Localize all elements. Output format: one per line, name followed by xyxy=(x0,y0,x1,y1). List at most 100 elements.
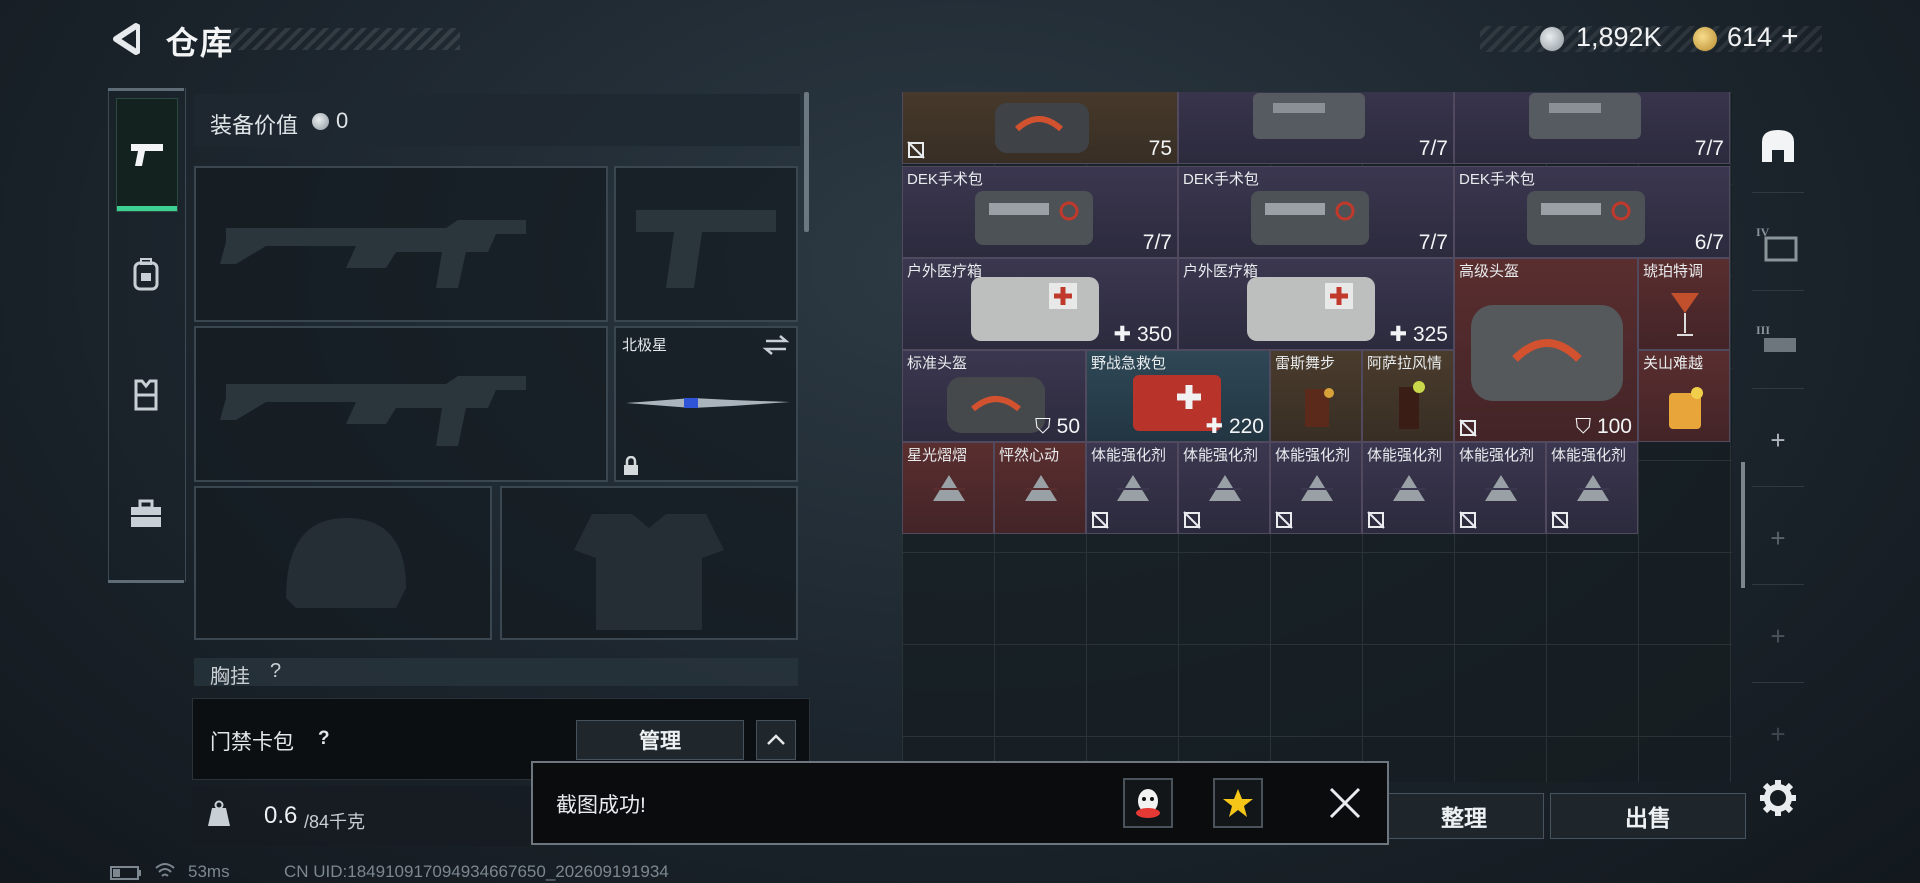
stash-iii-icon: III xyxy=(1756,323,1796,352)
surgery-kit-icon xyxy=(975,191,1093,245)
inventory-item[interactable]: 标准头盔 ⛉ 50 xyxy=(902,350,1086,442)
item-value-number: 100 xyxy=(1596,415,1632,438)
inventory-item[interactable]: 7/7 xyxy=(1178,92,1454,164)
inventory-item[interactable]: 7/7 xyxy=(1454,92,1730,164)
settings-button[interactable] xyxy=(1758,778,1798,818)
inventory-item[interactable]: 琥珀特调 xyxy=(1638,258,1730,350)
keycard-label: 门禁卡包 xyxy=(210,731,294,754)
share-qq-button[interactable] xyxy=(1123,778,1173,828)
inventory-item[interactable]: 体能强化剂 xyxy=(1086,442,1178,534)
manage-button[interactable]: 管理 xyxy=(576,720,744,760)
unknown-item-icon xyxy=(1393,475,1425,501)
equipment-value: 0 xyxy=(336,108,349,133)
toast-message: 截图成功! xyxy=(556,794,646,817)
inventory-item[interactable]: 户外医疗箱 ✚ 325 xyxy=(1178,258,1454,350)
sort-button[interactable]: 整理 xyxy=(1384,793,1544,839)
tab-case[interactable] xyxy=(116,458,176,570)
tabs-top-divider xyxy=(108,88,184,91)
inventory-grid[interactable]: 75 7/7 7/7 DEK手术包 7/7 DEK手术包 7/7 DEK手术包 … xyxy=(902,92,1732,782)
no-insure-icon xyxy=(1091,511,1109,529)
chevron-up-icon xyxy=(767,734,785,745)
stash-tab-iii[interactable]: III xyxy=(1752,296,1804,389)
inventory-item[interactable]: 星光熠熠 xyxy=(902,442,994,534)
item-value-number: 220 xyxy=(1228,415,1264,438)
stash-tab-iv[interactable]: IV xyxy=(1752,198,1804,291)
inventory-item[interactable]: 体能强化剂 xyxy=(1454,442,1546,534)
inventory-item[interactable]: 体能强化剂 xyxy=(1362,442,1454,534)
item-name: 高级头盔 xyxy=(1459,263,1520,280)
user-uid: CN UID:184910917094934667650_20260919193… xyxy=(284,862,669,881)
stash-tab-warehouse[interactable] xyxy=(1752,100,1804,193)
stash-add-button[interactable]: + xyxy=(1752,492,1804,585)
item-value: 7/7 xyxy=(1694,137,1724,160)
item-value: ✚ 220 xyxy=(1205,415,1264,438)
item-name: 体能强化剂 xyxy=(1183,447,1259,464)
inventory-item[interactable]: 75 xyxy=(902,92,1178,164)
qq-penguin-icon xyxy=(1136,789,1160,818)
inventory-item[interactable]: 体能强化剂 xyxy=(1270,442,1362,534)
expand-button[interactable] xyxy=(756,720,796,760)
item-name: 体能强化剂 xyxy=(1091,447,1167,464)
stash-add-button[interactable]: + xyxy=(1752,394,1804,487)
stash-add-button[interactable]: + xyxy=(1752,688,1804,780)
page-title: 仓库 xyxy=(166,25,235,61)
cocktail-icon xyxy=(1671,293,1699,336)
back-button[interactable] xyxy=(108,20,146,58)
swap-icon[interactable] xyxy=(762,334,790,356)
gear-icon xyxy=(1760,780,1796,816)
helmet-bag-icon xyxy=(1471,305,1623,401)
tab-vest[interactable] xyxy=(116,338,176,450)
melee-slot[interactable]: 北极星 xyxy=(614,326,798,482)
chest-rig-label: 胸挂 xyxy=(210,666,250,688)
inventory-item[interactable]: 野战急救包 ✚ 220 xyxy=(1086,350,1270,442)
helmet-slot[interactable] xyxy=(194,486,492,640)
inventory-item[interactable]: DEK手术包 6/7 xyxy=(1454,166,1730,258)
inventory-item[interactable]: 体能强化剂 xyxy=(1178,442,1270,534)
helmet-silhouette-icon xyxy=(286,518,406,608)
warehouse-icon xyxy=(1762,130,1794,162)
stash-add-button[interactable]: + xyxy=(1752,590,1804,683)
share-qzone-button[interactable] xyxy=(1213,778,1263,828)
bag-icon xyxy=(995,103,1089,153)
surgery-kit-icon xyxy=(1251,191,1369,245)
inventory-item[interactable]: DEK手术包 7/7 xyxy=(902,166,1178,258)
add-currency-button[interactable]: + xyxy=(1781,20,1799,54)
tab-backpack[interactable] xyxy=(116,218,176,330)
toast-close-button[interactable] xyxy=(1328,786,1362,820)
inventory-item[interactable]: 体能强化剂 xyxy=(1546,442,1638,534)
chest-rig-row[interactable]: 胸挂 ? xyxy=(194,658,798,688)
inventory-item[interactable]: DEK手术包 7/7 xyxy=(1178,166,1454,258)
item-name: 雷斯舞步 xyxy=(1275,355,1336,372)
battery-icon xyxy=(110,866,141,880)
armor-slot[interactable] xyxy=(500,486,798,640)
no-insure-icon xyxy=(1551,511,1569,529)
primary-weapon-slot[interactable] xyxy=(194,166,608,322)
inventory-item[interactable]: 高级头盔 ⛉ 100 xyxy=(1454,258,1638,442)
unknown-item-icon xyxy=(1485,475,1517,501)
body-armor-silhouette-icon xyxy=(574,514,724,630)
no-insure-icon xyxy=(1183,511,1201,529)
tab-firearms[interactable] xyxy=(116,98,178,212)
pistol-slot[interactable] xyxy=(614,166,798,322)
unknown-item-icon xyxy=(1301,475,1333,501)
inventory-item[interactable]: 雷斯舞步 xyxy=(1270,350,1362,442)
weight-icon xyxy=(208,800,230,826)
stash-iv-icon: IV xyxy=(1756,225,1798,262)
keycard-help-button[interactable]: ? xyxy=(318,728,330,750)
item-value: ✚ 325 xyxy=(1389,323,1448,346)
silver-coin-icon xyxy=(1540,27,1564,51)
inventory-item[interactable]: 怦然心动 xyxy=(994,442,1086,534)
equipment-scrollbar[interactable] xyxy=(804,92,809,232)
inventory-item[interactable]: 阿萨拉风情 xyxy=(1362,350,1454,442)
lock-icon xyxy=(624,456,638,475)
inventory-scrollbar[interactable] xyxy=(1741,462,1745,588)
inventory-item[interactable]: 户外医疗箱 ✚ 350 xyxy=(902,258,1178,350)
sell-button[interactable]: 出售 xyxy=(1550,793,1746,839)
no-insure-icon xyxy=(1459,419,1477,437)
secondary-weapon-slot[interactable] xyxy=(194,326,608,482)
weight-current: 0.6 xyxy=(264,802,298,829)
no-insure-icon xyxy=(1459,511,1477,529)
inventory-item[interactable]: 关山难越 xyxy=(1638,350,1730,442)
item-name: 阿萨拉风情 xyxy=(1367,355,1443,372)
medkit-case-icon xyxy=(1253,93,1365,139)
